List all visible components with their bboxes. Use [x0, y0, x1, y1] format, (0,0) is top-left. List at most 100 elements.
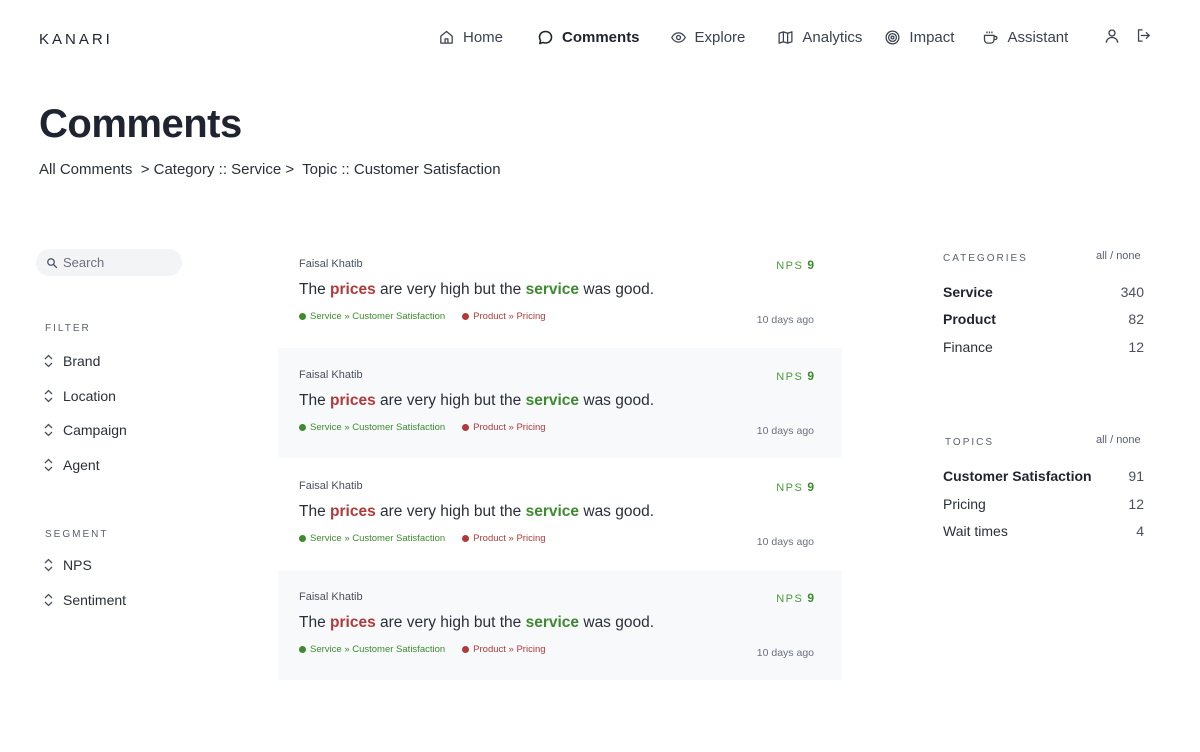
text-part: The	[299, 281, 331, 298]
nav-comments[interactable]: Comments	[537, 26, 640, 48]
comment-timestamp: 10 days ago	[756, 536, 814, 548]
text-part: are very high but the	[375, 503, 526, 520]
breadcrumb-topic[interactable]: Topic :: Customer Satisfaction	[298, 161, 500, 178]
topic-item-pricing[interactable]: Pricing 12	[943, 496, 1144, 512]
coffee-cup-icon	[984, 30, 998, 44]
topic-count: 4	[1136, 523, 1144, 539]
category-name: Service	[943, 284, 993, 300]
nps-value: 9	[807, 591, 814, 605]
highlight-positive: service	[525, 503, 580, 520]
category-item-finance[interactable]: Finance 12	[943, 339, 1144, 355]
nps-score: NPS 9	[776, 480, 814, 494]
comment-author[interactable]: Faisal Khatib	[299, 258, 363, 270]
search-input[interactable]	[63, 255, 173, 270]
nav-home-label: Home	[463, 28, 504, 46]
comment-card[interactable]: Faisal Khatib NPS 9 The prices are very h…	[278, 459, 842, 569]
nav-home[interactable]: Home	[438, 26, 503, 48]
text-part: The	[299, 392, 331, 409]
topic-name: Pricing	[943, 496, 986, 512]
page-title: Comments	[39, 102, 242, 146]
topics-select-none[interactable]: none	[1116, 434, 1140, 446]
filter-section-label: FILTER	[45, 323, 91, 334]
sort-chevrons-icon	[44, 558, 53, 572]
nps-label: NPS	[776, 593, 804, 605]
nps-value: 9	[807, 480, 814, 494]
filter-brand-label: Brand	[63, 353, 101, 369]
highlight-negative: prices	[330, 614, 376, 631]
comment-text: The prices are very high but the service…	[299, 281, 654, 299]
categories-select-all[interactable]: all	[1096, 250, 1107, 262]
highlight-negative: prices	[330, 503, 376, 520]
text-part: The	[299, 503, 331, 520]
nav-assistant[interactable]: Assistant	[982, 26, 1068, 48]
tag-label: Product » Pricing	[473, 422, 546, 433]
nav-explore[interactable]: Explore	[670, 26, 746, 48]
nps-score: NPS 9	[776, 258, 814, 272]
highlight-positive: service	[525, 392, 580, 409]
tag-service-customer-satisfaction[interactable]: Service » Customer Satisfaction	[299, 644, 445, 655]
kanari-logo[interactable]: KANARI	[39, 31, 113, 48]
nav-analytics[interactable]: Analytics	[777, 26, 862, 48]
segment-section-label: SEGMENT	[45, 529, 109, 540]
nav-analytics-label: Analytics	[802, 28, 863, 46]
text-part: The	[299, 614, 331, 631]
topic-item-customer-satisfaction[interactable]: Customer Satisfaction 91	[943, 468, 1144, 484]
comment-author[interactable]: Faisal Khatib	[299, 480, 363, 492]
breadcrumb-all-comments[interactable]: All Comments	[39, 161, 132, 178]
tag-product-pricing[interactable]: Product » Pricing	[462, 422, 546, 433]
filter-campaign[interactable]: Campaign	[43, 422, 127, 438]
categories-select-none[interactable]: none	[1116, 250, 1140, 262]
nav-explore-label: Explore	[694, 28, 746, 46]
segment-sentiment[interactable]: Sentiment	[43, 592, 126, 608]
filter-campaign-label: Campaign	[63, 422, 127, 438]
comment-timestamp: 10 days ago	[756, 425, 814, 437]
eye-icon	[670, 31, 686, 43]
comment-card[interactable]: Faisal Khatib NPS 9 The prices are very h…	[278, 570, 842, 680]
nps-value: 9	[807, 258, 814, 272]
segment-nps-label: NPS	[63, 557, 92, 573]
highlight-negative: prices	[330, 281, 376, 298]
topics-select-all[interactable]: all	[1096, 434, 1107, 446]
category-item-service[interactable]: Service 340	[943, 284, 1144, 300]
filter-brand[interactable]: Brand	[43, 353, 100, 369]
comment-author[interactable]: Faisal Khatib	[299, 591, 363, 603]
nps-label: NPS	[776, 482, 804, 494]
sort-chevrons-icon	[44, 389, 53, 403]
home-icon	[440, 30, 453, 44]
tag-product-pricing[interactable]: Product » Pricing	[462, 644, 546, 655]
target-icon	[885, 29, 900, 45]
highlight-positive: service	[525, 614, 580, 631]
tag-product-pricing[interactable]: Product » Pricing	[462, 533, 546, 544]
filter-agent[interactable]: Agent	[43, 457, 100, 473]
tag-service-customer-satisfaction[interactable]: Service » Customer Satisfaction	[299, 422, 445, 433]
comment-author[interactable]: Faisal Khatib	[299, 369, 363, 381]
main-nav: Home Comments Explore Analytics Impact A…	[438, 26, 1068, 48]
category-name: Product	[943, 311, 996, 327]
tag-product-pricing[interactable]: Product » Pricing	[462, 311, 546, 322]
topic-item-wait-times[interactable]: Wait times 4	[943, 523, 1144, 539]
segment-nps[interactable]: NPS	[43, 557, 92, 573]
comment-text: The prices are very high but the service…	[299, 614, 654, 632]
breadcrumb-category[interactable]: > Category :: Service >	[132, 161, 298, 178]
nav-assistant-label: Assistant	[1007, 28, 1069, 46]
topics-toggle: all / none	[1096, 434, 1141, 446]
nps-score: NPS 9	[776, 369, 814, 383]
search-icon	[47, 257, 58, 268]
tag-service-customer-satisfaction[interactable]: Service » Customer Satisfaction	[299, 533, 445, 544]
nps-value: 9	[807, 369, 814, 383]
category-item-product[interactable]: Product 82	[943, 311, 1144, 327]
comment-card[interactable]: Faisal Khatib NPS 9 The prices are very h…	[278, 348, 842, 458]
comment-card[interactable]: Faisal Khatib NPS 9 The prices are very h…	[278, 248, 842, 358]
nav-comments-label: Comments	[562, 28, 640, 46]
comment-text: The prices are very high but the service…	[299, 503, 654, 521]
highlight-negative: prices	[330, 392, 376, 409]
tag-service-customer-satisfaction[interactable]: Service » Customer Satisfaction	[299, 311, 445, 322]
nav-impact-label: Impact	[909, 28, 955, 46]
nav-impact[interactable]: Impact	[884, 26, 954, 48]
filter-location[interactable]: Location	[43, 388, 116, 404]
logout-icon[interactable]	[1135, 27, 1152, 44]
segment-sentiment-label: Sentiment	[63, 592, 127, 608]
sort-chevrons-icon	[44, 354, 53, 368]
topic-name: Wait times	[943, 523, 1008, 539]
user-icon[interactable]	[1103, 27, 1121, 45]
